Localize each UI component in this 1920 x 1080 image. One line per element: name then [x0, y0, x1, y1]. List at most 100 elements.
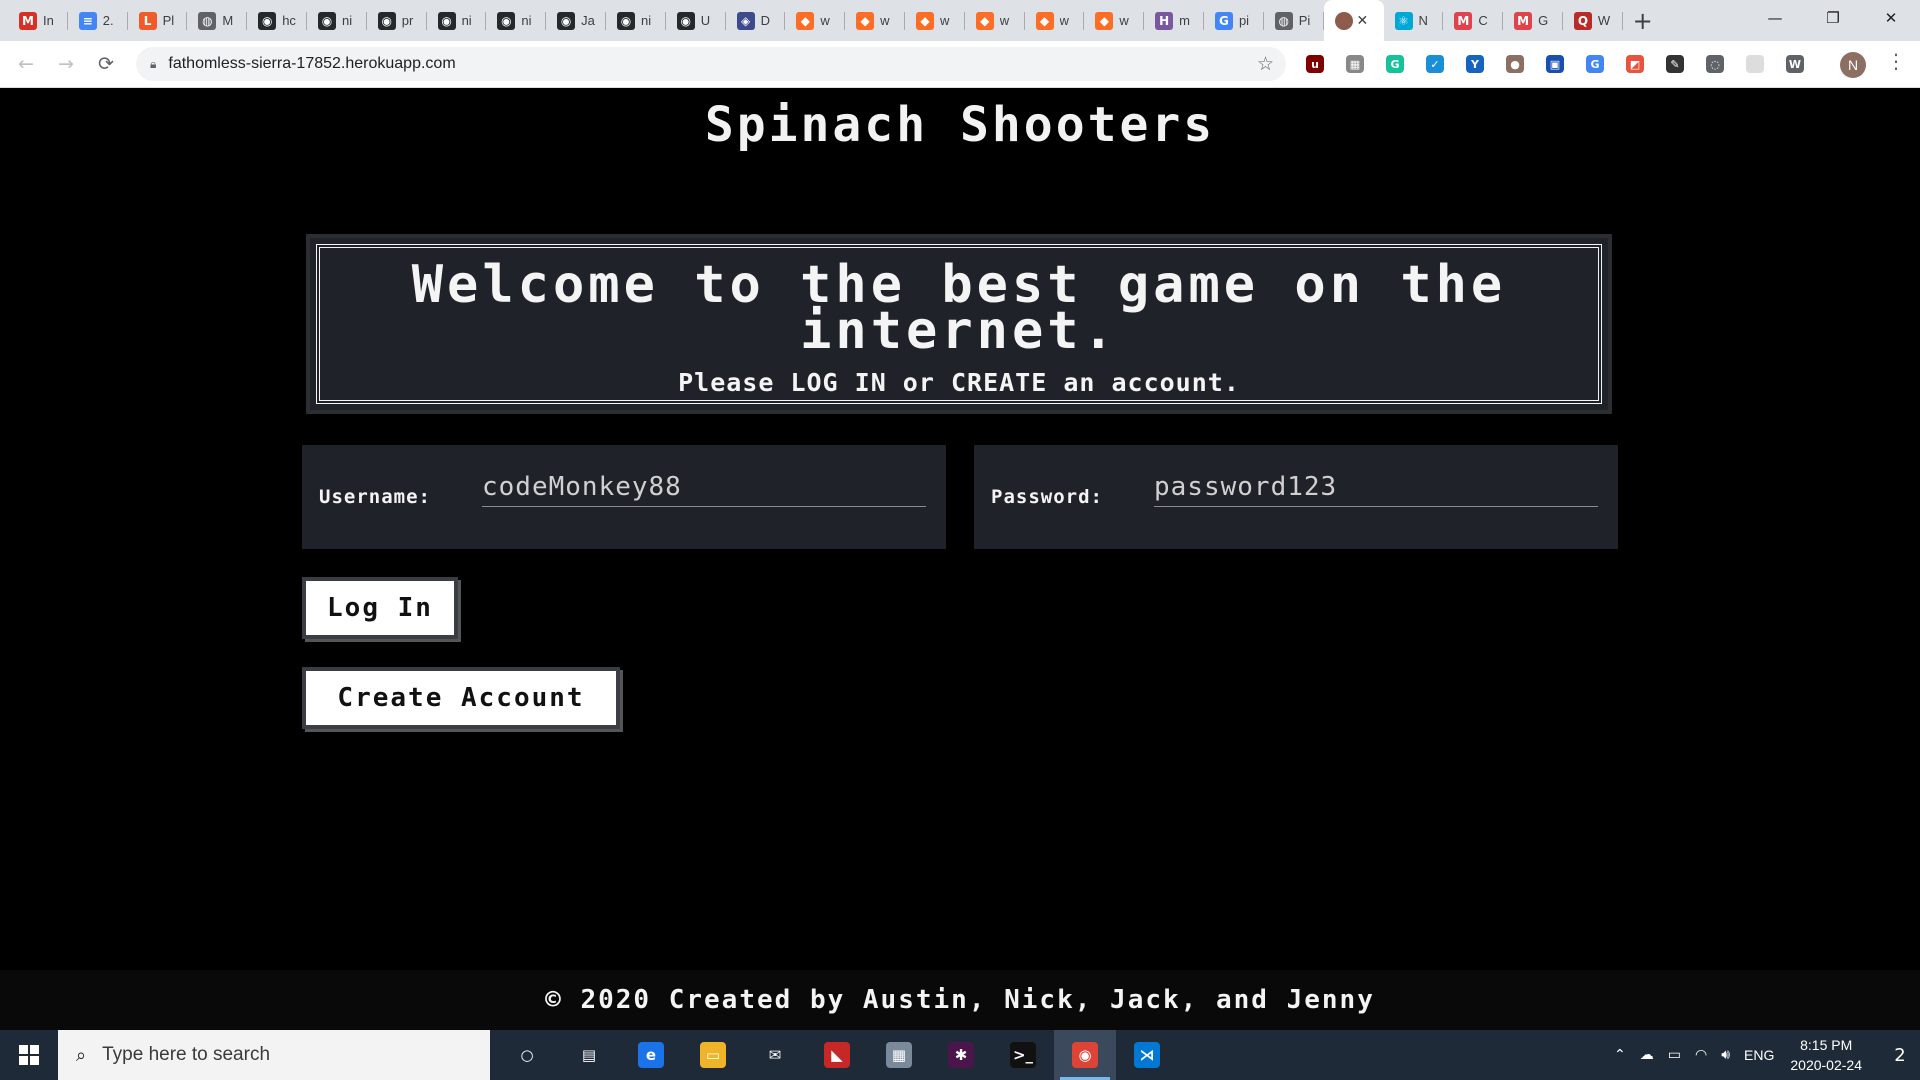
check-icon-glyph: ✓ [1426, 55, 1444, 73]
task-view-icon: ▤ [581, 1046, 597, 1064]
book-icon[interactable]: ▣ [1540, 49, 1570, 79]
clock[interactable]: 8:15 PM 2020-02-24 [1790, 1035, 1862, 1075]
address-bar[interactable]: 🔒︎ fathomless-sierra-17852.herokuapp.com… [136, 47, 1286, 81]
book-icon-glyph: ▣ [1546, 55, 1564, 73]
check-icon[interactable]: ✓ [1420, 49, 1450, 79]
browser-menu-icon[interactable]: ⋮ [1886, 49, 1906, 73]
tab-list: M In ≡ 2. L Pl ◍ M ◉ hc ◉ ni ◉ pr ◉ ni ◉ ni ◉ Ja ◉ ni ◉ U ◈ D ◆ w ◆ w… [0, 0, 1623, 41]
bookmark-star-icon[interactable]: ☆ [1257, 53, 1274, 75]
minimize-button[interactable]: — [1746, 0, 1804, 36]
cortana-taskbar-button[interactable]: ○ [496, 1030, 558, 1080]
create-account-button[interactable]: Create Account [302, 667, 620, 729]
wifi-icon[interactable]: ◠ [1695, 1047, 1707, 1063]
github-icon: ◉ [616, 11, 635, 30]
taskbar-search-box[interactable]: ⌕ Type here to search [58, 1030, 490, 1080]
browser-tab[interactable]: MC [1443, 0, 1503, 41]
game-taskbar-button[interactable]: ◣ [806, 1030, 868, 1080]
y-icon[interactable]: Y [1460, 49, 1490, 79]
avatar-icon [1334, 11, 1353, 30]
browser-tab[interactable]: L Pl [128, 0, 188, 41]
start-button[interactable] [0, 1030, 58, 1080]
log-in-button[interactable]: Log In [302, 577, 458, 639]
browser-tab[interactable]: Gpi [1204, 0, 1264, 41]
shapes-icon[interactable]: ◩ [1620, 49, 1650, 79]
browser-tab[interactable]: MG [1503, 0, 1563, 41]
vscode-taskbar-button[interactable]: ⋊ [1116, 1030, 1178, 1080]
browser-tab[interactable]: ◆ w [1084, 0, 1144, 41]
language-indicator[interactable]: ENG [1744, 1047, 1774, 1063]
github-icon: ◉ [317, 11, 336, 30]
new-tab-button[interactable]: + [1623, 0, 1663, 41]
mdn-icon: M [1454, 11, 1473, 30]
volume-icon[interactable]: 🔊︎ [1721, 1047, 1730, 1063]
browser-tab[interactable]: ◉ ni [427, 0, 487, 41]
browser-tab[interactable]: ◉ U [666, 0, 726, 41]
browser-tab[interactable]: M In [8, 0, 68, 41]
browser-tab-active[interactable]: ✕ [1323, 0, 1384, 41]
slack-taskbar-button[interactable]: ✱ [930, 1030, 992, 1080]
chrome-taskbar-button[interactable]: ◉ [1054, 1030, 1116, 1080]
tab-title: U [700, 13, 711, 28]
mail-taskbar-button[interactable]: ✉ [744, 1030, 806, 1080]
globe-icon: ◍ [198, 11, 217, 30]
tab-title: ni [341, 13, 353, 28]
browser-tab[interactable]: ◆ w [905, 0, 965, 41]
cookie-icon-glyph: ● [1506, 55, 1524, 73]
app-taskbar-button[interactable]: ▦ [868, 1030, 930, 1080]
puzzle-icon-glyph: ▦ [1346, 55, 1364, 73]
browser-tab[interactable]: ◍ Pi [1264, 0, 1324, 41]
gmail-icon: M [19, 11, 37, 30]
terminal-taskbar-button[interactable]: >_ [992, 1030, 1054, 1080]
browser-tab[interactable]: ◉ pr [367, 0, 427, 41]
browser-tab[interactable]: ◆ w [965, 0, 1025, 41]
browser-tab-strip: M In ≡ 2. L Pl ◍ M ◉ hc ◉ ni ◉ pr ◉ ni ◉ ni ◉ Ja ◉ ni ◉ U ◈ D ◆ w ◆ w… [0, 0, 1920, 41]
windows-taskbar: ⌕ Type here to search ○ ▤ e ▭ ✉ ◣ ▦ ✱ >_ ◉ ⋊ ⌃ ☁ ▭… [0, 1030, 1920, 1080]
profile-avatar[interactable]: N [1840, 52, 1866, 78]
chevron-up-icon[interactable]: ⌃ [1614, 1047, 1626, 1063]
translate-icon[interactable]: G [1580, 49, 1610, 79]
edge-taskbar-button[interactable]: e [620, 1030, 682, 1080]
cortana-icon: ○ [520, 1046, 534, 1064]
browser-tab[interactable]: ◍ M [187, 0, 247, 41]
puzzle-icon[interactable]: ▦ [1340, 49, 1370, 79]
browser-tab[interactable]: Hm [1144, 0, 1204, 41]
tab-title: ni [521, 13, 532, 28]
task-view-taskbar-button[interactable]: ▤ [558, 1030, 620, 1080]
browser-tab[interactable]: ◉ Ja [546, 0, 606, 41]
close-tab-icon[interactable]: ✕ [1357, 13, 1369, 29]
reload-button[interactable]: ⟳ [86, 44, 126, 84]
username-input[interactable] [482, 471, 926, 507]
browser-tab[interactable]: ◆ w [1025, 0, 1085, 41]
maximize-button[interactable]: ❐ [1804, 0, 1862, 36]
browser-tab[interactable]: ⚛ N [1384, 0, 1444, 41]
gitlab-icon: ◆ [796, 11, 815, 30]
pen-icon[interactable]: ✎ [1660, 49, 1690, 79]
wordpress-icon[interactable]: W [1780, 49, 1810, 79]
browser-tab[interactable]: ◆ w [845, 0, 905, 41]
forward-button[interactable]: → [46, 44, 86, 84]
ublock-icon[interactable]: u [1300, 49, 1330, 79]
file-explorer-taskbar-button[interactable]: ▭ [682, 1030, 744, 1080]
browser-tab[interactable]: ◉ hc [247, 0, 307, 41]
tab-title: ni [461, 13, 472, 28]
browser-tab[interactable]: ≡ 2. [68, 0, 128, 41]
browser-tab[interactable]: ◉ ni [307, 0, 367, 41]
battery-icon[interactable]: ▭ [1668, 1047, 1681, 1063]
close-window-button[interactable]: ✕ [1862, 0, 1920, 36]
browser-tab[interactable]: QW [1563, 0, 1623, 41]
blank-icon[interactable] [1740, 49, 1770, 79]
grammarly-icon[interactable]: G [1380, 49, 1410, 79]
password-input[interactable] [1154, 471, 1598, 507]
browser-tab[interactable]: ◉ ni [606, 0, 666, 41]
cloud-icon[interactable]: ☁ [1640, 1047, 1654, 1063]
taskbar-apps: ○ ▤ e ▭ ✉ ◣ ▦ ✱ >_ ◉ ⋊ [496, 1030, 1178, 1080]
browser-tab[interactable]: ◈ D [726, 0, 786, 41]
cookie-icon[interactable]: ● [1500, 49, 1530, 79]
code-icon[interactable]: ◌ [1700, 49, 1730, 79]
browser-tab[interactable]: ◉ ni [486, 0, 546, 41]
browser-tab[interactable]: ◆ w [785, 0, 845, 41]
notification-center-icon[interactable]: 2 [1880, 1030, 1920, 1080]
page-title: Spinach Shooters [704, 97, 1216, 153]
tab-title: D [760, 13, 770, 28]
back-button[interactable]: ← [6, 44, 46, 84]
